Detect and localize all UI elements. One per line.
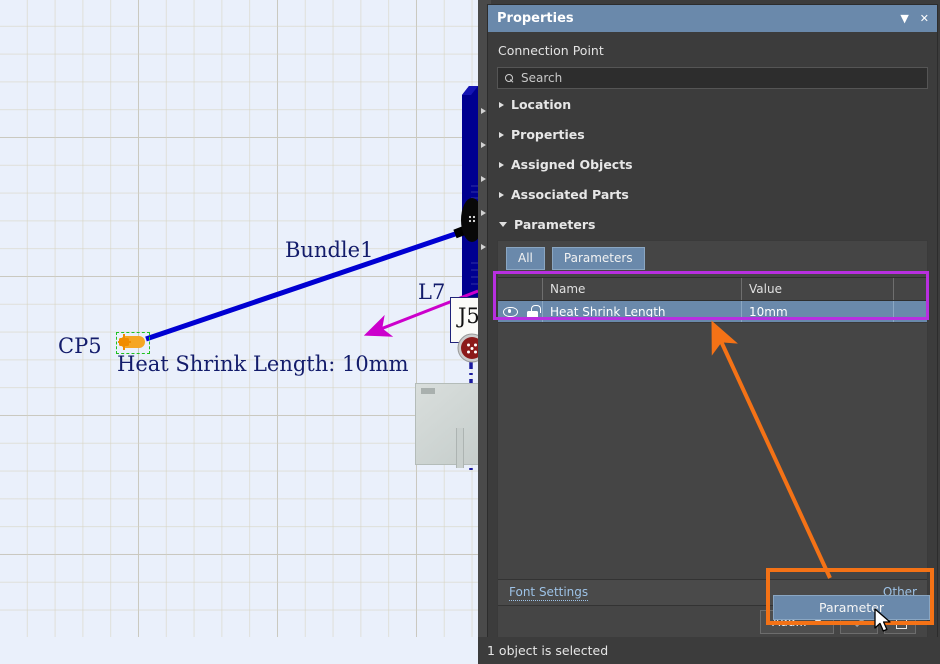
connector-node[interactable] bbox=[456, 332, 478, 364]
table-header-value[interactable]: Value bbox=[741, 278, 893, 300]
section-label: Associated Parts bbox=[511, 187, 629, 202]
section-label: Assigned Objects bbox=[511, 157, 633, 172]
section-associated-parts[interactable]: Associated Parts bbox=[488, 179, 937, 209]
chevron-right-icon bbox=[499, 101, 504, 108]
panel-title-text: Properties bbox=[497, 11, 574, 26]
component-block[interactable] bbox=[415, 383, 478, 468]
section-properties[interactable]: Properties bbox=[488, 119, 937, 149]
chevron-right-icon bbox=[499, 191, 504, 198]
table-header-icons bbox=[498, 278, 542, 300]
chevron-right-icon bbox=[499, 161, 504, 168]
menu-item-parameter[interactable]: Parameter bbox=[773, 595, 930, 620]
table-row[interactable]: Heat Shrink Length 10mm bbox=[498, 301, 927, 323]
section-label: Location bbox=[511, 97, 572, 112]
font-settings-link[interactable]: Font Settings bbox=[509, 585, 589, 601]
canvas-bottom-filler bbox=[0, 637, 478, 664]
search-input[interactable]: Search bbox=[497, 67, 928, 89]
toolbar-arrow-icon[interactable] bbox=[481, 108, 486, 114]
properties-panel: Properties ▼ ✕ Connection Point Search L… bbox=[487, 4, 938, 639]
label-heat-shrink-length: Heat Shrink Length: 10mm bbox=[117, 352, 409, 376]
section-location[interactable]: Location bbox=[488, 89, 937, 119]
eye-icon[interactable] bbox=[502, 306, 518, 317]
table-header-row: Name Value bbox=[498, 277, 927, 301]
table-empty-area[interactable] bbox=[498, 323, 927, 579]
section-label: Parameters bbox=[514, 217, 596, 232]
chevron-down-icon[interactable]: ▼ bbox=[900, 13, 908, 24]
label-cp5: CP5 bbox=[58, 334, 102, 358]
table-header-extra bbox=[893, 278, 927, 300]
chevron-right-icon bbox=[499, 131, 504, 138]
section-assigned-objects[interactable]: Assigned Objects bbox=[488, 149, 937, 179]
section-label: Properties bbox=[511, 127, 585, 142]
parameters-panel-body: All Parameters Name Value Heat Shrink Le… bbox=[497, 240, 928, 638]
status-text: 1 object is selected bbox=[487, 643, 609, 658]
mouse-cursor bbox=[874, 608, 891, 632]
canvas-graphics bbox=[118, 86, 478, 470]
component-tab bbox=[421, 388, 435, 394]
toolbar-arrow-icon[interactable] bbox=[481, 210, 486, 216]
row-toggles bbox=[498, 301, 542, 322]
section-parameters[interactable]: Parameters bbox=[488, 209, 937, 239]
row-extra-cell bbox=[893, 301, 927, 322]
status-bar: 1 object is selected bbox=[478, 637, 940, 664]
search-placeholder: Search bbox=[521, 71, 563, 85]
unlocked-padlock-icon[interactable] bbox=[526, 305, 541, 318]
tab-parameters[interactable]: Parameters bbox=[551, 247, 645, 270]
panel-title-bar[interactable]: Properties ▼ ✕ bbox=[488, 5, 937, 32]
row-parameter-name[interactable]: Heat Shrink Length bbox=[542, 301, 741, 322]
component-pin bbox=[456, 428, 464, 468]
toolbar-arrow-icon[interactable] bbox=[481, 176, 486, 182]
connection-point-selection-box bbox=[116, 332, 150, 354]
close-icon[interactable]: ✕ bbox=[920, 13, 929, 24]
toolbar-arrow-icon[interactable] bbox=[481, 142, 486, 148]
label-bundle1: Bundle1 bbox=[285, 238, 374, 262]
label-l7: L7 bbox=[418, 280, 446, 304]
toolbar-arrow-icon[interactable] bbox=[481, 244, 486, 250]
search-icon bbox=[505, 73, 514, 83]
design-canvas[interactable]: Bundle1 CP5 Heat Shrink Length: 10mm L7 … bbox=[0, 0, 478, 664]
row-parameter-value[interactable]: 10mm bbox=[741, 301, 893, 322]
tab-all[interactable]: All bbox=[506, 247, 545, 270]
panel-subtitle: Connection Point bbox=[498, 43, 604, 58]
label-j5: J5 bbox=[458, 304, 478, 328]
chevron-down-icon bbox=[499, 222, 507, 227]
table-header-name[interactable]: Name bbox=[542, 278, 741, 300]
parameters-table: Name Value Heat Shrink Length 10mm bbox=[498, 277, 927, 579]
parameter-filter-tabs: All Parameters bbox=[498, 241, 927, 277]
